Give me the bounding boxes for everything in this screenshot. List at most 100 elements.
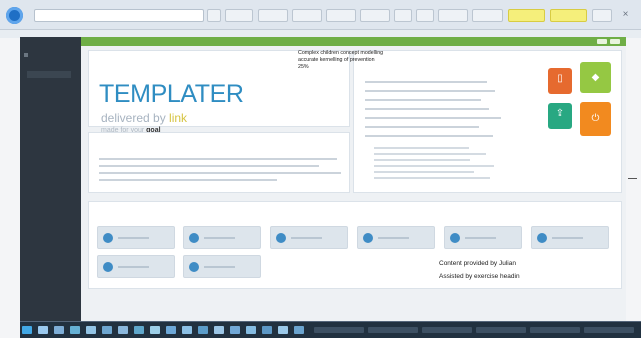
sidebar-bullet-icon — [24, 53, 28, 57]
green-header-bar — [81, 37, 626, 46]
toolbar-button-6[interactable] — [360, 9, 390, 22]
detail-line-7 — [365, 135, 493, 137]
green-header-button-2[interactable] — [610, 39, 620, 44]
detail-line-4 — [365, 108, 489, 110]
toolbar-button-10[interactable] — [472, 9, 503, 22]
upload-icon[interactable]: ⇪ — [548, 103, 572, 129]
highlight-button-2[interactable] — [550, 9, 587, 22]
templater-title: TEMPLATER — [99, 80, 244, 108]
toolbar-button-11[interactable] — [592, 9, 612, 22]
templater-subtitle: delivered by link — [101, 111, 187, 125]
right-edge-marker — [628, 178, 637, 179]
taskbar-program-6[interactable] — [584, 327, 634, 333]
highlight-button-1[interactable] — [508, 9, 545, 22]
widget-tile-1[interactable] — [97, 226, 175, 249]
widget-tile-8[interactable] — [183, 255, 261, 278]
subtitle-prefix: delivered by — [101, 111, 170, 125]
toolbar-button-5[interactable] — [326, 9, 356, 22]
widget-label-6 — [552, 237, 583, 239]
taskbar-program-1[interactable] — [314, 327, 364, 333]
credit-line-2: Assisted by exercise headin — [439, 273, 520, 280]
widget-tile-3[interactable] — [270, 226, 348, 249]
browser-logo-icon[interactable] — [6, 7, 23, 24]
bullet-line-4 — [374, 165, 494, 167]
close-icon[interactable]: × — [619, 9, 632, 22]
sidebar-item-4[interactable] — [27, 89, 71, 96]
toolbar-button-9[interactable] — [438, 9, 468, 22]
taskbar-icon-1[interactable] — [38, 326, 48, 334]
toolbar-button-7[interactable] — [394, 9, 412, 22]
taskbar-icon-14[interactable] — [246, 326, 256, 334]
widget-tile-4[interactable] — [357, 226, 435, 249]
left-sidebar — [20, 37, 81, 321]
document-icon[interactable]: ▯ — [548, 68, 572, 94]
taskbar-icon-16[interactable] — [278, 326, 288, 334]
taskbar-icon-10[interactable] — [182, 326, 192, 334]
taskbar-icon-4[interactable] — [86, 326, 96, 334]
widget-icon-4 — [363, 233, 373, 243]
bullet-line-6 — [374, 177, 490, 179]
widget-tile-6[interactable] — [531, 226, 609, 249]
taskbar-program-2[interactable] — [368, 327, 418, 333]
toolbar-button-4[interactable] — [292, 9, 322, 22]
widget-label-1 — [118, 237, 149, 239]
widget-icon-2 — [189, 233, 199, 243]
taskbar-icon-17[interactable] — [294, 326, 304, 334]
power-icon[interactable]: ⏻ — [580, 102, 611, 136]
taskbar-icon-11[interactable] — [198, 326, 208, 334]
widget-icon-5 — [450, 233, 460, 243]
toolbar-button-8[interactable] — [416, 9, 434, 22]
taskbar-icon-15[interactable] — [262, 326, 272, 334]
sidebar-item-1[interactable] — [27, 62, 71, 69]
taskbar-icon-8[interactable] — [150, 326, 160, 334]
sidebar-item-2[interactable] — [27, 71, 71, 78]
tag-icon[interactable]: ◆ — [580, 62, 611, 93]
application-screen: × TEMPLATER delivered by link made for y… — [0, 0, 641, 338]
sidebar-item-5[interactable] — [27, 98, 71, 105]
subtitle-brand: link — [169, 111, 188, 125]
taskbar-icon-7[interactable] — [134, 326, 144, 334]
taskbar-icon-9[interactable] — [166, 326, 176, 334]
windows-taskbar — [20, 321, 641, 338]
widget-label-7 — [118, 266, 149, 268]
toolbar-button-1[interactable] — [207, 9, 221, 22]
taskbar-icon-5[interactable] — [102, 326, 112, 334]
detail-line-5 — [365, 117, 501, 119]
toolbar-button-2[interactable] — [225, 9, 253, 22]
main-content: TEMPLATER delivered by link made for you… — [81, 37, 626, 321]
description-line-3 — [99, 172, 341, 174]
widget-label-2 — [204, 237, 235, 239]
widget-label-8 — [204, 266, 235, 268]
widget-label-4 — [378, 237, 409, 239]
taskbar-program-4[interactable] — [476, 327, 526, 333]
bullet-line-2 — [374, 153, 486, 155]
taskbar-program-3[interactable] — [422, 327, 472, 333]
taskbar-icon-12[interactable] — [214, 326, 224, 334]
widget-tile-2[interactable] — [183, 226, 261, 249]
address-bar[interactable] — [34, 9, 204, 22]
bullet-line-5 — [374, 171, 474, 173]
widget-label-5 — [465, 237, 496, 239]
taskbar-icon-2[interactable] — [54, 326, 64, 334]
widget-icon-8 — [189, 262, 199, 272]
detail-line-1 — [365, 81, 487, 83]
description-panel — [88, 132, 350, 193]
taskbar-icon-13[interactable] — [230, 326, 240, 334]
green-header-button-1[interactable] — [597, 39, 607, 44]
widget-tile-5[interactable] — [444, 226, 522, 249]
bullet-line-3 — [374, 159, 470, 161]
credit-line-1: Content provided by Julian — [439, 260, 516, 267]
widget-icon-6 — [537, 233, 547, 243]
widget-tile-7[interactable] — [97, 255, 175, 278]
taskbar-icon-6[interactable] — [118, 326, 128, 334]
widget-label-3 — [291, 237, 322, 239]
sidebar-item-3[interactable] — [27, 80, 71, 87]
toolbar-button-3[interactable] — [258, 9, 288, 22]
start-icon[interactable] — [22, 326, 32, 334]
taskbar-program-5[interactable] — [530, 327, 580, 333]
description-line-1 — [99, 158, 337, 160]
description-line-4 — [99, 179, 277, 181]
widget-icon-7 — [103, 262, 113, 272]
description-line-2 — [99, 165, 319, 167]
taskbar-icon-3[interactable] — [70, 326, 80, 334]
